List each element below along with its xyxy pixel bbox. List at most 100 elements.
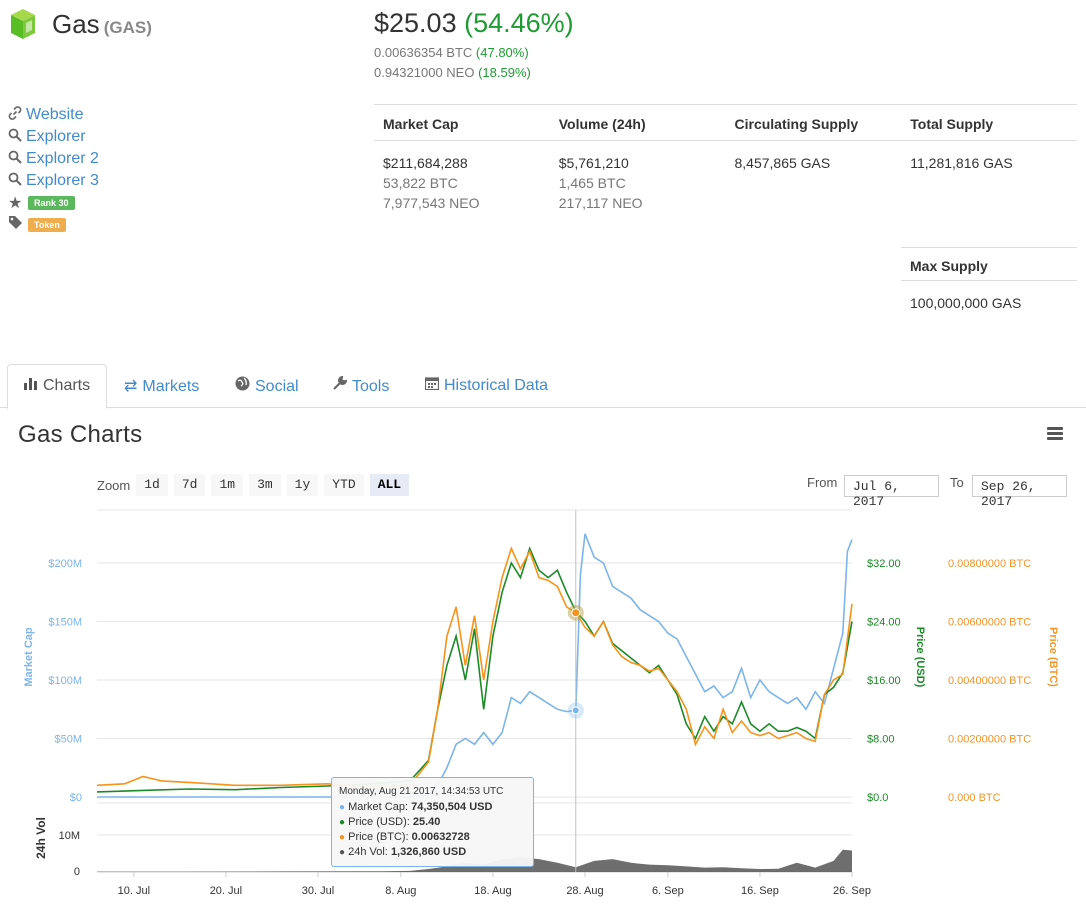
volume-header: Volume (24h) [558,116,646,132]
to-label: To [950,475,964,490]
explorer3-link-row[interactable]: Explorer 3 [8,170,99,192]
price-neo-change: (18.59%) [478,65,531,80]
price-usd-tick-label: $8.00 [867,734,895,746]
zoom-1m-button[interactable]: 1m [211,474,244,496]
price-usd-series [96,546,853,793]
stats-values: $211,684,288 53,822 BTC 7,977,543 NEO $5… [374,141,1077,225]
stats-header: Market Cap Volume (24h) Circulating Supp… [374,105,1077,141]
zoom-1y-button[interactable]: 1y [286,474,319,496]
price-btc-change: (47.80%) [475,45,529,60]
market-cap-dot-icon: ● [339,802,346,813]
market-cap-axis-title: Market Cap [23,627,35,687]
price-btc-row: 0.00636354 BTC (47.80%) [374,43,574,63]
x-tick-label: 20. Jul [210,885,242,897]
tooltip-date: Monday, Aug 21 2017, 14:34:53 UTC [339,786,504,797]
circulating-supply-header: Circulating Supply [734,116,859,132]
zoom-ytd-button[interactable]: YTD [324,474,364,496]
price-sub: 0.00636354 BTC (47.80%) 0.94321000 NEO (… [374,43,574,83]
zoom-controls: Zoom 1d 7d 1m 3m 1y YTD ALL [97,474,415,496]
price-neo-row: 0.94321000 NEO (18.59%) [374,63,574,83]
tab-historical-data[interactable]: Historical Data [424,364,549,408]
tooltip-market-cap-value: 74,350,504 USD [411,801,493,813]
zoom-1d-button[interactable]: 1d [136,474,168,496]
chart-tooltip: Monday, Aug 21 2017, 14:34:53 UTC ● Mark… [331,777,534,867]
tag-icon [8,215,26,235]
zoom-all-button[interactable]: ALL [369,474,410,496]
volume-tick-label: 10M [59,830,80,842]
price-btc-tick-label: 0.00200000 BTC [948,734,1031,746]
tab-charts[interactable]: Charts [7,364,108,409]
explorer-link-row[interactable]: Explorer [8,126,99,148]
tooltip-volume: ● 24h Vol: 1,326,860 USD [339,845,526,860]
market-cap-marker [571,706,580,715]
market-cap-tick-label: $200M [48,558,82,570]
star-icon: ★ [8,195,23,212]
from-date-input[interactable]: Jul 6, 2017 [844,475,939,509]
market-cap-tick-label: $50M [54,734,82,746]
price-chart[interactable]: $0 $0.0 0.000 BTC $50M $8.00 0.00200000 BTC $1… [0,500,1086,905]
tab-historical-data-label: Historical Data [444,377,549,394]
calendar-icon [424,377,440,394]
zoom-label: Zoom [97,477,131,493]
tab-charts-label: Charts [43,377,91,394]
zoom-7d-button[interactable]: 7d [173,474,206,496]
price-btc-tick-label: 0.00600000 BTC [948,617,1031,629]
price-usd-tick-label: $16.00 [867,675,901,687]
tab-social[interactable]: Social [235,364,299,408]
price-usd-value: $25.03 [374,8,457,38]
tab-markets[interactable]: ⇄ Markets [124,364,199,408]
price-btc: 0.00636354 BTC [374,45,473,60]
wrench-icon [332,375,348,395]
to-date-input[interactable]: Sep 26, 2017 [972,475,1067,509]
market-cap-tick-label: $150M [48,617,82,629]
tab-tools-label: Tools [352,378,390,395]
tab-bar: Charts ⇄ Markets Social Tools Historical … [0,364,1086,409]
volume-usd: $5,761,210 [558,155,629,171]
tooltip-price-usd-value: 25.40 [412,816,441,828]
x-tick-label: 26. Sep [833,885,871,897]
tooltip-price-btc-label: Price (BTC): [348,831,412,843]
price-btc-tick-label: 0.00400000 BTC [948,675,1031,687]
market-cap-tick-label: $100M [48,675,82,687]
link-icon [8,105,26,125]
price-btc-marker [571,608,581,618]
price-usd-tick-label: $0.0 [867,792,888,804]
volume-neo: 217,117 NEO [558,195,643,211]
explorer3-link[interactable]: Explorer 3 [26,172,99,190]
tab-tools[interactable]: Tools [332,364,389,408]
explorer2-link-row[interactable]: Explorer 2 [8,148,99,170]
website-link-row[interactable]: Website [8,104,99,126]
market-cap-usd: $211,684,288 [383,155,468,171]
from-label: From [807,475,838,490]
x-tick-label: 28. Aug [566,885,603,897]
token-badge: Token [28,218,66,232]
x-tick-label: 10. Jul [118,885,150,897]
coin-symbol: (GAS) [103,18,152,37]
price-btc-series [96,546,853,788]
tooltip-market-cap-label: Market Cap: [348,801,412,813]
explorer2-link[interactable]: Explorer 2 [26,150,99,168]
tag-row: Token [8,214,99,236]
hamburger-menu-icon[interactable] [1047,427,1063,441]
stats-table: Market Cap Volume (24h) Circulating Supp… [374,104,1077,225]
price-usd-change: (54.46%) [464,8,574,38]
max-supply-value: 100,000,000 GAS [910,295,1022,311]
market-cap-btc: 53,822 BTC [383,175,458,191]
max-supply-header: Max Supply [901,248,1077,281]
total-supply-header: Total Supply [910,116,994,132]
tab-social-label: Social [255,378,299,395]
search-icon [8,128,26,147]
exchange-icon: ⇄ [124,378,138,395]
tooltip-price-usd-label: Price (USD): [348,816,413,828]
market-cap-values: $211,684,288 53,822 BTC 7,977,543 NEO [374,141,550,225]
x-tick-label: 6. Sep [652,885,684,897]
coin-name: Gas [52,9,100,39]
zoom-3m-button[interactable]: 3m [249,474,281,496]
price-btc-axis-title: Price (BTC) [1047,627,1059,687]
globe-icon [235,376,250,395]
market-cap-header: Market Cap [383,116,459,132]
volume-axis-title: 24h Vol [34,817,48,859]
website-link[interactable]: Website [26,106,84,124]
market-cap-neo: 7,977,543 NEO [383,195,480,211]
explorer-link[interactable]: Explorer [26,128,86,146]
